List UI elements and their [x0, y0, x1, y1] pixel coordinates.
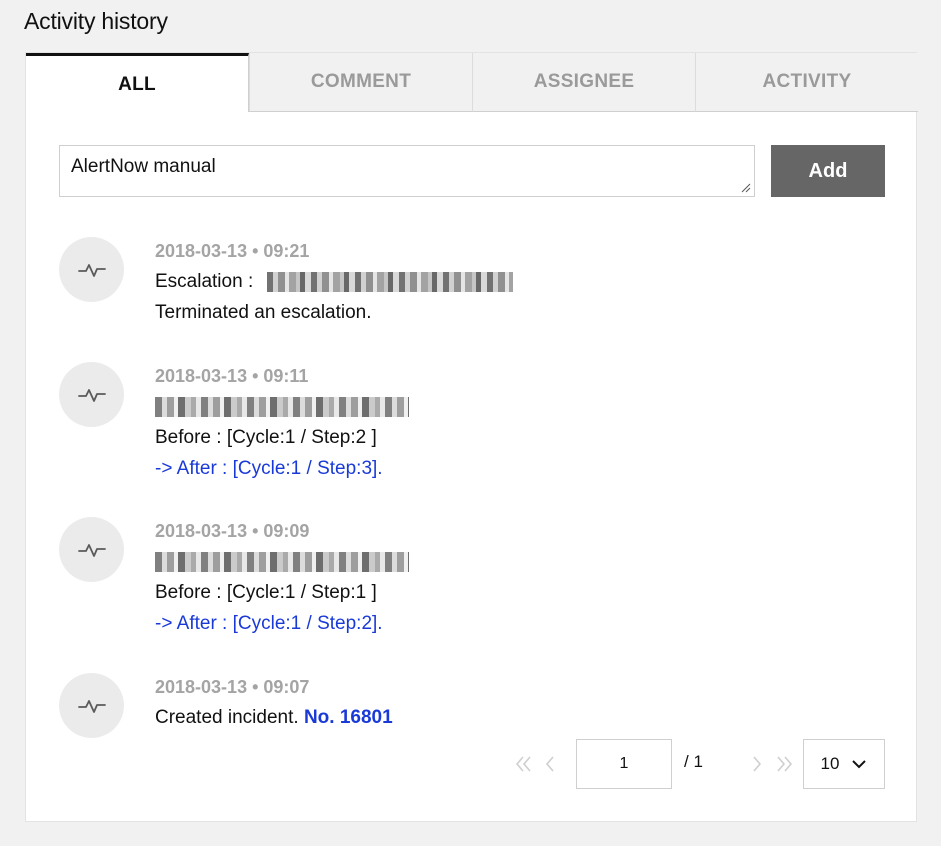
activity-redacted-line	[155, 391, 855, 422]
tab-bar: ALL COMMENT ASSIGNEE ACTIVITY	[26, 53, 918, 112]
tab-all[interactable]: ALL	[26, 53, 249, 112]
activity-content: 2018-03-13 • 09:21 Escalation : Terminat…	[155, 237, 855, 328]
activity-before: Before : [Cycle:1 / Step:2 ]	[155, 427, 377, 448]
tab-assignee[interactable]: ASSIGNEE	[472, 53, 695, 112]
activity-pulse-icon	[77, 263, 106, 277]
chevron-right-icon	[753, 756, 762, 772]
activity-text: Terminated an escalation.	[155, 302, 372, 323]
resize-grip-icon[interactable]	[741, 183, 751, 193]
activity-pulse-icon	[77, 543, 106, 557]
section-title: Activity history	[24, 8, 168, 34]
activity-after: -> After : [Cycle:1 / Step:3].	[155, 458, 383, 479]
activity-after: -> After : [Cycle:1 / Step:2].	[155, 613, 383, 634]
activity-content: 2018-03-13 • 09:11 Before : [Cycle:1 / S…	[155, 362, 855, 484]
activity-timestamp: 2018-03-13 • 09:21	[155, 241, 310, 261]
activity-content: 2018-03-13 • 09:09 Before : [Cycle:1 / S…	[155, 517, 855, 639]
page-total: / 1	[684, 752, 703, 771]
first-page-button[interactable]	[513, 751, 535, 777]
comment-input[interactable]: AlertNow manual	[60, 146, 754, 196]
activity-avatar	[59, 362, 124, 427]
prev-page-button[interactable]	[539, 751, 561, 777]
chevron-down-icon	[852, 760, 867, 769]
activity-created-line: Created incident. No. 16801	[155, 702, 855, 733]
activity-timestamp: 2018-03-13 • 09:09	[155, 521, 310, 541]
last-page-button[interactable]	[773, 751, 795, 777]
page-size-select[interactable]: 10	[803, 739, 885, 789]
activity-avatar	[59, 237, 124, 302]
tab-comment[interactable]: COMMENT	[249, 53, 472, 112]
activity-panel: ALL COMMENT ASSIGNEE ACTIVITY AlertNow m…	[25, 52, 918, 822]
activity-before: Before : [Cycle:1 / Step:1 ]	[155, 582, 377, 603]
redacted-policy-name	[155, 551, 409, 572]
activity-text: Created incident.	[155, 707, 299, 728]
page-number-input[interactable]	[576, 739, 672, 789]
activity-timestamp: 2018-03-13 • 09:11	[155, 366, 309, 386]
tab-activity[interactable]: ACTIVITY	[695, 53, 918, 112]
activity-avatar	[59, 673, 124, 738]
activity-pulse-icon	[77, 388, 106, 402]
escalation-label: Escalation :	[155, 271, 254, 292]
next-page-button[interactable]	[746, 751, 768, 777]
comment-box: AlertNow manual	[59, 145, 755, 197]
activity-avatar	[59, 517, 124, 582]
activity-redacted-line	[155, 546, 855, 577]
activity-escalation-line: Escalation :	[155, 266, 855, 297]
chevron-left-icon	[545, 756, 554, 772]
double-chevron-right-icon	[777, 756, 793, 772]
redacted-policy-name	[155, 396, 409, 417]
pagination: / 1 10	[513, 739, 885, 789]
activity-pulse-icon	[77, 699, 106, 713]
incident-link[interactable]: No. 16801	[304, 707, 393, 728]
double-chevron-left-icon	[515, 756, 531, 772]
redacted-escalation-name	[266, 271, 513, 292]
add-comment-button[interactable]: Add	[771, 145, 885, 197]
activity-timestamp: 2018-03-13 • 09:07	[155, 677, 310, 697]
page-size-value: 10	[820, 754, 840, 773]
activity-content: 2018-03-13 • 09:07 Created incident. No.…	[155, 673, 855, 733]
